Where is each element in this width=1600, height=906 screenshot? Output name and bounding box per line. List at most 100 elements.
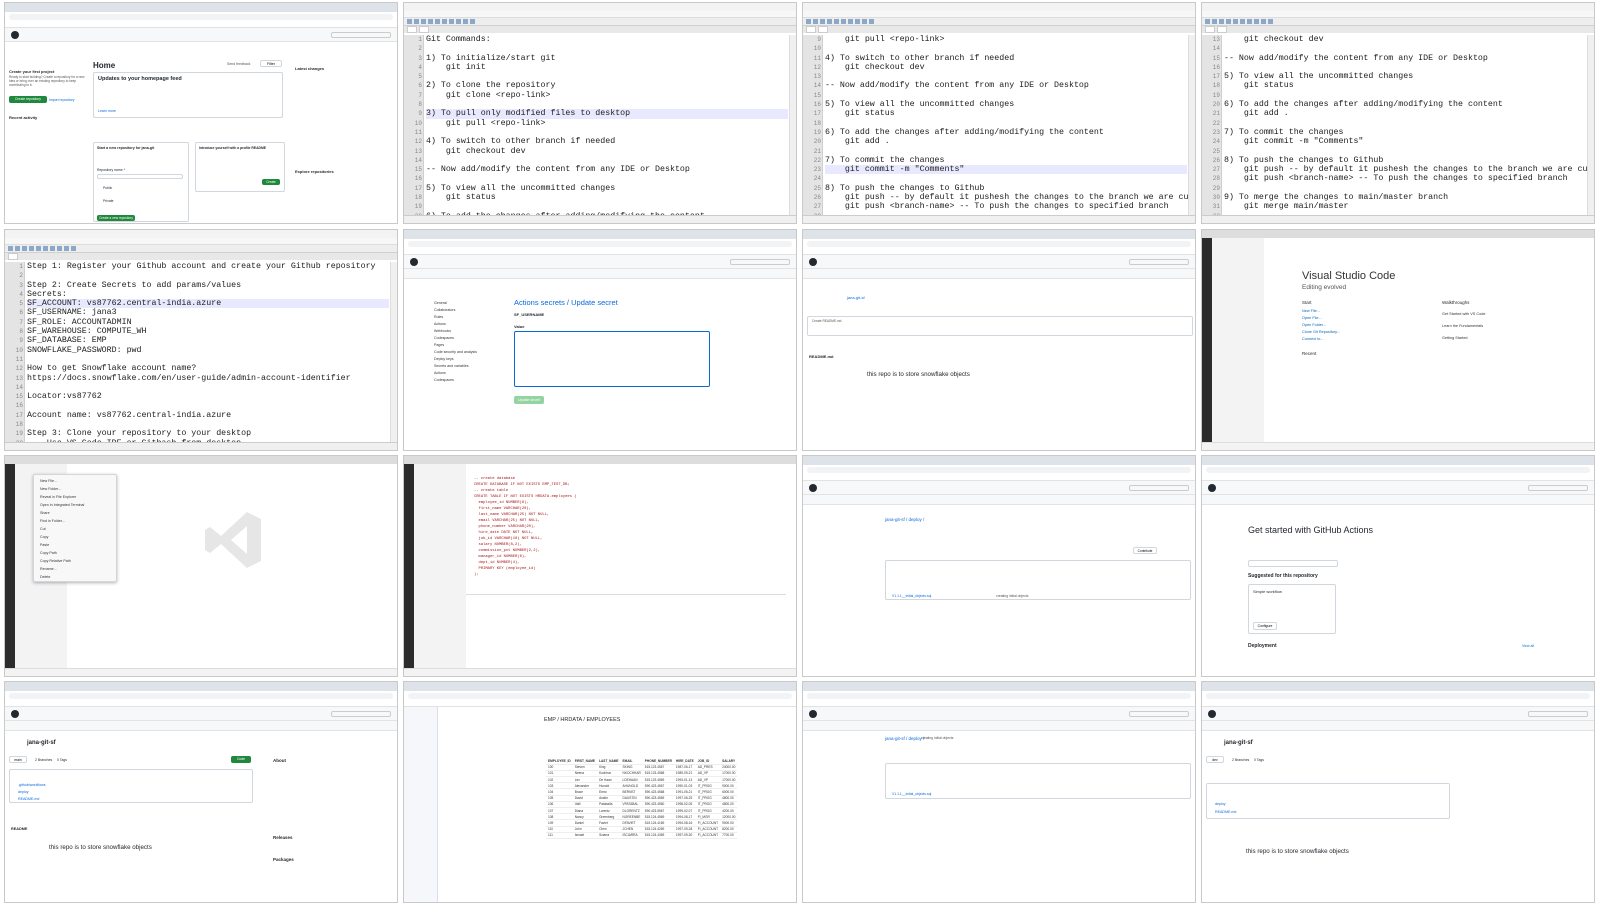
address-bar[interactable] [803, 465, 1195, 474]
repo-nav[interactable] [1202, 721, 1594, 731]
editor-text[interactable]: 13 git checkout dev 14 15 -- Now add/modify… [1213, 35, 1594, 223]
walkthrough-item[interactable]: Getting Started [1442, 332, 1485, 344]
editor[interactable]: 13 git checkout dev 14 15 -- Now add/modify… [1202, 35, 1594, 223]
menu-bar[interactable] [803, 11, 1195, 18]
public-option[interactable]: Public [103, 186, 112, 190]
context-menu-item[interactable]: Copy [34, 533, 116, 541]
settings-menu-item[interactable]: Code security and analysis [434, 349, 504, 356]
repo-nav[interactable] [803, 495, 1195, 505]
settings-menu-item[interactable]: Collaborators [434, 307, 504, 314]
branches-link[interactable]: 2 Branches [1232, 758, 1249, 762]
github-logo-icon[interactable] [809, 709, 817, 718]
menu-bar[interactable] [404, 11, 796, 18]
address-bar[interactable] [404, 691, 796, 700]
filter-button[interactable]: Filter [260, 60, 282, 67]
context-menu-item[interactable]: New Folder... [34, 485, 116, 493]
tags-link[interactable]: 0 Tags [1254, 758, 1264, 762]
address-bar[interactable] [1202, 691, 1594, 700]
scrollbar[interactable] [789, 35, 796, 215]
settings-menu-item[interactable]: Actions [434, 321, 504, 328]
settings-menu-item[interactable]: Secrets and variables [434, 363, 504, 370]
create-readme-button[interactable]: Create [262, 179, 280, 185]
github-logo-icon[interactable] [809, 257, 817, 266]
context-menu-item[interactable]: Cut [34, 525, 116, 533]
contribute-button[interactable]: Contribute [1133, 547, 1157, 554]
file-row[interactable]: README.md [18, 796, 46, 803]
settings-menu-item[interactable]: Actions [434, 370, 504, 377]
scrollbar[interactable] [1587, 35, 1594, 215]
context-menu-item[interactable]: Copy Relative Path [34, 557, 116, 565]
import-repository-link[interactable]: Import repository [49, 98, 74, 102]
repo-nav[interactable] [404, 269, 796, 279]
github-logo-icon[interactable] [809, 483, 817, 492]
github-logo-icon[interactable] [11, 709, 19, 718]
view-all-link[interactable]: View all [1522, 644, 1534, 648]
search-workflows-input[interactable] [1248, 560, 1338, 567]
repo-name[interactable]: jana-git-sf [1224, 740, 1253, 746]
github-logo-icon[interactable] [1208, 483, 1216, 492]
editor[interactable]: 1 Git Commands: 2 3 1) To initialize/start g… [404, 35, 796, 223]
branch-selector[interactable]: main [9, 756, 27, 763]
activity-bar[interactable] [1202, 238, 1212, 442]
address-bar[interactable] [5, 691, 397, 700]
settings-menu-item[interactable]: Pages [434, 342, 504, 349]
repo-nav[interactable] [803, 269, 1195, 279]
scrollbar[interactable] [1188, 35, 1195, 215]
start-item[interactable]: Open File... [1302, 315, 1340, 322]
walkthrough-item[interactable]: Get Started with VS Code [1442, 308, 1485, 320]
settings-menu-item[interactable]: General [434, 300, 504, 307]
editor-text[interactable]: 1 Git Commands: 2 3 1) To initialize/start g… [415, 35, 788, 223]
context-menu-item[interactable]: Rename... [34, 565, 116, 573]
repo-name[interactable]: jana-git-sf [847, 295, 865, 300]
scrollbar[interactable] [390, 262, 397, 442]
context-menu-item[interactable]: Share [34, 509, 116, 517]
settings-menu-item[interactable]: Rules [434, 314, 504, 321]
editor-text[interactable]: 1 Step 1: Register your Github account an… [16, 262, 389, 450]
context-menu-item[interactable]: Find in Folder... [34, 517, 116, 525]
code-button[interactable]: Code [231, 756, 251, 763]
breadcrumb[interactable]: jana-git-sf / deploy / [885, 736, 924, 741]
branch-selector[interactable]: dev [1206, 756, 1224, 763]
configure-button[interactable]: Configure [1253, 622, 1277, 630]
sql-editor[interactable]: -- create database CREATE DATABASE IF NOT… [474, 476, 577, 578]
github-logo-icon[interactable] [1208, 709, 1216, 718]
repo-name-input[interactable] [97, 174, 183, 179]
address-bar[interactable] [803, 239, 1195, 248]
private-option[interactable]: Private [103, 199, 114, 203]
activity-bar[interactable] [5, 464, 15, 668]
create-new-repository-button[interactable]: Create a new repository [97, 215, 135, 221]
secret-value-textarea[interactable] [514, 331, 710, 387]
editor[interactable]: 1 Step 1: Register your Github account an… [5, 262, 397, 450]
context-menu-item[interactable]: New File... [34, 477, 116, 485]
send-feedback-link[interactable]: Send feedback [227, 62, 250, 66]
create-repository-button[interactable]: Create repository [9, 96, 47, 103]
address-bar[interactable] [1202, 465, 1594, 474]
file-link[interactable]: V1.1.1__initial_objects.sql [892, 594, 931, 598]
update-secret-button[interactable]: Update secret [514, 396, 544, 404]
file-row[interactable]: .github/workflows [18, 782, 46, 789]
address-bar[interactable] [404, 239, 796, 248]
repo-name[interactable]: jana-git-sf [27, 740, 56, 746]
menu-bar[interactable] [1202, 11, 1594, 18]
settings-menu-item[interactable]: Codespaces [434, 377, 504, 384]
file-link[interactable]: V1.1.1__initial_objects.sql [892, 792, 931, 796]
file-row[interactable]: deploy [1215, 800, 1236, 808]
menu-bar[interactable] [5, 238, 397, 245]
context-menu-item[interactable]: Paste [34, 541, 116, 549]
activity-bar[interactable] [404, 464, 414, 668]
repo-nav[interactable] [5, 721, 397, 731]
github-logo-icon[interactable] [410, 257, 418, 266]
terminal-panel[interactable] [67, 602, 387, 662]
settings-menu-item[interactable]: Deploy keys [434, 356, 504, 363]
tags-link[interactable]: 0 Tags [57, 758, 67, 762]
address-bar[interactable] [5, 12, 397, 21]
repo-nav[interactable] [1202, 495, 1594, 505]
learn-more-link[interactable]: Learn more [98, 109, 116, 113]
start-item[interactable]: New File... [1302, 308, 1340, 315]
branches-link[interactable]: 2 Branches [35, 758, 52, 762]
address-bar[interactable] [803, 691, 1195, 700]
github-logo-icon[interactable] [11, 30, 19, 39]
repo-nav[interactable] [803, 721, 1195, 731]
start-item[interactable]: Open Folder... [1302, 322, 1340, 329]
start-item[interactable]: Connect to... [1302, 336, 1340, 343]
